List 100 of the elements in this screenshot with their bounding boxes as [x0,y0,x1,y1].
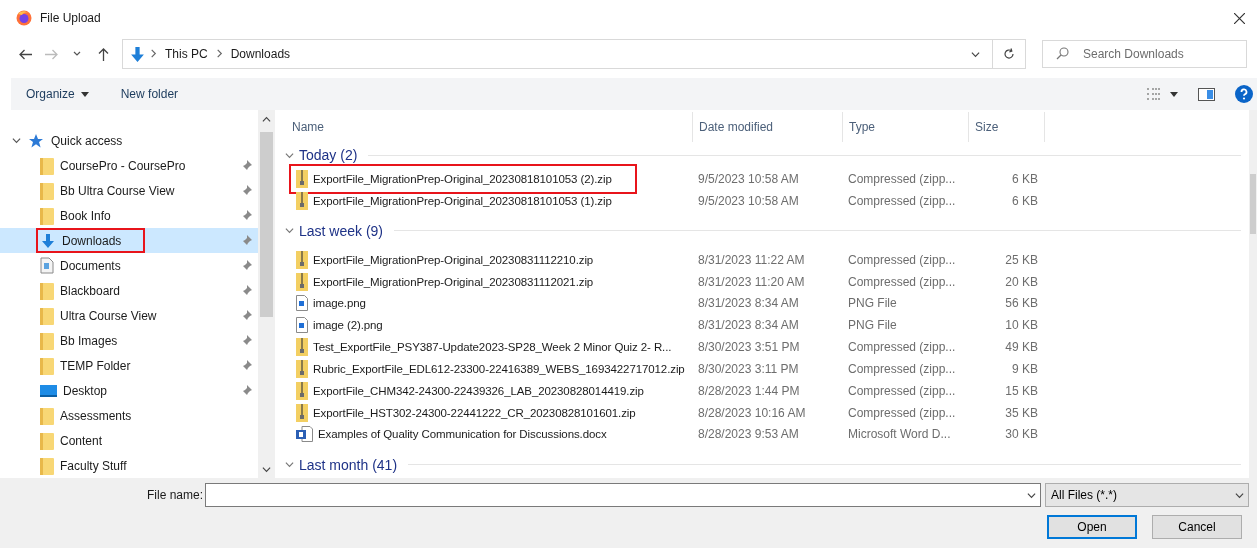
column-header[interactable]: Size [969,112,1045,142]
download-arrow-icon [129,45,146,63]
scroll-up-icon [262,114,271,124]
star-icon [29,133,43,148]
folder-icon [40,356,54,375]
group-chevron-icon [285,150,294,160]
preview-pane-button[interactable] [1198,87,1215,101]
view-options-button[interactable] [1146,87,1178,101]
size-cell-text: 35 KB [1004,405,1038,420]
size-cell-text: 15 KB [1004,383,1038,398]
date-cell-text: 8/28/2023 9:53 AM [697,427,800,442]
type-cell-text: Compressed (zipp... [847,383,957,398]
date-cell-text: 8/31/2023 11:22 AM [697,252,806,267]
pin-icon [241,235,252,246]
address-bar[interactable]: This PC Downloads [122,39,1026,69]
quick-access-label[interactable]: Quick access [51,133,123,148]
group-header[interactable]: Today (2) [299,147,358,164]
file-name-label: File name: [146,488,204,502]
folder-icon [40,431,54,450]
pin-icon [241,160,252,171]
type-cell-text: Compressed (zipp... [847,172,957,187]
sidebar-item[interactable]: Faculty Stuff [0,453,258,478]
help-icon [1235,85,1253,103]
sidebar-item[interactable]: Book Info [0,203,258,228]
pin-icon [241,210,252,221]
word-document-icon [296,426,313,443]
sidebar-item[interactable]: Assessments [0,403,258,428]
file-name[interactable]: ExportFile_MigrationPrep-Original_20230818101053 (2).zip [313,173,612,186]
file-name[interactable]: Rubric_ExportFile_EDL612-23300-22416389_WEBS_1693422717012.zip [313,362,685,375]
zip-folder-icon [296,338,308,357]
group-chevron-icon [285,460,294,470]
zip-folder-icon [296,272,308,291]
file-type-dropdown[interactable]: All Files (*.*) [1045,483,1249,507]
file-name[interactable]: ExportFile_MigrationPrep-Original_20230831112021.zip [313,275,594,288]
sidebar-item[interactable]: CoursePro - CoursePro [0,153,258,178]
file-name-field[interactable] [205,483,1041,507]
breadcrumb[interactable]: Downloads [226,47,295,61]
column-header[interactable]: Date modified [693,112,843,142]
sidebar-item[interactable]: Content [0,428,258,453]
size-cell-text: 20 KB [1004,274,1038,289]
column-header[interactable]: Type [843,112,969,142]
pin-icon [241,185,252,196]
size-cell-text: 56 KB [1004,296,1038,311]
type-cell-text: Compressed (zipp... [847,252,957,267]
group-header[interactable]: Last week (9) [299,222,384,239]
size-cell-text: 6 KB [1011,172,1038,187]
search-field[interactable]: Search Downloads [1042,40,1247,68]
pin-icon [241,260,252,271]
sidebar-item[interactable]: Bb Images [0,328,258,353]
scrollbar[interactable] [258,110,275,478]
cancel-button[interactable]: Cancel [1152,515,1242,539]
sidebar-item[interactable]: Documents [0,253,258,278]
file-name[interactable]: ExportFile_CHM342-24300-22439326_LAB_20230828014419.zip [313,384,644,397]
file-name[interactable]: image.png [313,297,366,310]
file-name[interactable]: image (2).png [313,319,383,332]
sidebar-item[interactable]: Desktop [0,378,258,403]
folder-icon [40,181,54,200]
date-cell-text: 8/28/2023 10:16 AM [697,405,807,420]
scrollbar[interactable] [1249,110,1257,478]
file-name[interactable]: Test_ExportFile_PSY387-Update2023-SP28_Week 2 Minor Quiz 2- R... [313,341,672,354]
zip-folder-icon [296,170,308,189]
folder-icon [40,456,54,475]
size-cell-text: 10 KB [1004,318,1038,333]
column-header[interactable]: Name [280,112,693,142]
help-button[interactable] [1235,85,1253,103]
breadcrumb-separator-icon [149,49,158,58]
new-folder-button[interactable]: New folder [120,87,179,101]
dropdown-arrow-icon [1170,91,1178,97]
date-cell-text: 8/31/2023 11:20 AM [697,274,806,289]
breadcrumb[interactable]: This PC [161,47,212,61]
sidebar-item[interactable]: Downloads [0,228,258,253]
file-name[interactable]: Examples of Quality Communication for Discussions.docx [318,428,607,441]
sidebar-item[interactable]: Bb Ultra Course View [0,178,258,203]
size-cell-text: 25 KB [1004,252,1038,267]
sidebar-item[interactable]: Blackboard [0,278,258,303]
date-cell-text: 9/5/2023 10:58 AM [697,172,800,187]
file-name[interactable]: ExportFile_MigrationPrep-Original_20230818101053 (1).zip [313,195,612,208]
organize-menu-button[interactable]: Organize [26,87,89,101]
group-header[interactable]: Last month (41) [299,456,398,473]
pin-icon [241,385,252,396]
breadcrumb-separator-icon [214,49,224,58]
chevron-down-icon [971,49,980,59]
open-button[interactable]: Open [1047,515,1137,539]
size-cell-text: 49 KB [1004,340,1038,355]
document-icon [40,257,54,274]
image-file-icon [296,295,308,312]
file-name[interactable]: ExportFile_HST302-24300-22441222_CR_20230828101601.zip [313,406,636,419]
search-icon [1056,47,1069,60]
folder-icon [40,281,54,300]
window-title: File Upload [40,11,102,25]
size-cell-text: 9 KB [1011,361,1038,376]
date-cell-text: 9/5/2023 10:58 AM [697,194,800,209]
file-name[interactable]: ExportFile_MigrationPrep-Original_20230831112210.zip [313,253,594,266]
date-cell-text: 8/28/2023 1:44 PM [697,383,801,398]
expand-chevron-icon [12,136,21,145]
pin-icon [241,335,252,346]
sidebar-item[interactable]: TEMP Folder [0,353,258,378]
sidebar-item[interactable]: Ultra Course View [0,303,258,328]
zip-folder-icon [296,359,308,378]
preview-pane-icon [1198,87,1215,101]
